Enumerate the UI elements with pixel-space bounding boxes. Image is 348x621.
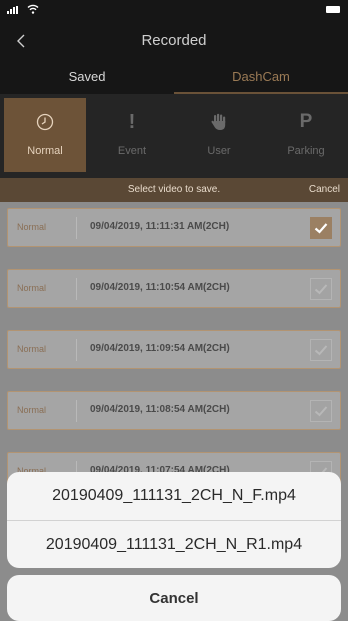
action-sheet-option[interactable]: 20190409_111131_2CH_N_R1.mp4 bbox=[7, 520, 341, 568]
video-datetime: 09/04/2019, 11:11:31 AM(2CH) bbox=[90, 221, 230, 232]
video-type: Normal bbox=[17, 222, 47, 232]
select-checkbox[interactable] bbox=[310, 339, 332, 361]
cellular-signal-icon bbox=[7, 6, 21, 14]
select-checkbox[interactable] bbox=[310, 278, 332, 300]
action-sheet-cancel-button[interactable]: Cancel bbox=[7, 575, 341, 621]
video-datetime: 09/04/2019, 11:08:54 AM(2CH) bbox=[90, 404, 230, 415]
category-normal[interactable]: Normal bbox=[4, 98, 86, 172]
tab-bar: Saved DashCam bbox=[0, 64, 348, 94]
category-label: User bbox=[207, 145, 231, 157]
checkmark-icon bbox=[314, 345, 328, 356]
hand-icon bbox=[211, 113, 226, 130]
parking-icon: P bbox=[299, 111, 313, 132]
row-divider bbox=[76, 339, 77, 361]
list-item[interactable]: Normal 09/04/2019, 11:10:54 AM(2CH) bbox=[7, 269, 341, 308]
video-type: Normal bbox=[17, 405, 47, 415]
select-checkbox[interactable] bbox=[310, 217, 332, 239]
navigation-bar: Recorded bbox=[0, 20, 348, 64]
selection-instruction-bar: Select video to save. Cancel bbox=[0, 178, 348, 202]
list-item[interactable]: Normal 09/04/2019, 11:09:54 AM(2CH) bbox=[7, 330, 341, 369]
list-item[interactable]: Normal 09/04/2019, 11:11:31 AM(2CH) bbox=[7, 208, 341, 247]
status-bar bbox=[0, 0, 348, 20]
category-label: Parking bbox=[287, 145, 325, 157]
row-divider bbox=[76, 400, 77, 422]
category-label: Event bbox=[117, 145, 147, 157]
video-datetime: 09/04/2019, 11:10:54 AM(2CH) bbox=[90, 282, 230, 293]
clock-icon bbox=[36, 113, 54, 131]
category-selector: Normal ! Event User P Parking bbox=[0, 94, 348, 178]
battery-icon bbox=[326, 6, 340, 13]
action-sheet-option[interactable]: 20190409_111131_2CH_N_F.mp4 bbox=[7, 472, 341, 520]
cancel-selection-button[interactable]: Cancel bbox=[309, 184, 340, 195]
video-type: Normal bbox=[17, 283, 47, 293]
category-label: Normal bbox=[27, 145, 63, 157]
category-user[interactable]: User bbox=[178, 98, 260, 172]
category-parking[interactable]: P Parking bbox=[265, 98, 347, 172]
row-divider bbox=[76, 278, 77, 300]
video-datetime: 09/04/2019, 11:09:54 AM(2CH) bbox=[90, 343, 230, 354]
exclamation-icon: ! bbox=[128, 111, 136, 133]
page-title: Recorded bbox=[141, 32, 207, 49]
video-type: Normal bbox=[17, 344, 47, 354]
checkmark-icon bbox=[314, 284, 328, 295]
row-divider bbox=[76, 217, 77, 239]
instruction-text: Select video to save. bbox=[127, 184, 221, 195]
action-sheet-options: 20190409_111131_2CH_N_F.mp4 20190409_111… bbox=[7, 472, 341, 568]
tab-dashcam[interactable]: DashCam bbox=[174, 64, 348, 94]
checkmark-icon bbox=[314, 406, 328, 417]
screen: Recorded Saved DashCam Normal ! Event Us… bbox=[0, 0, 348, 621]
wifi-icon bbox=[27, 4, 39, 14]
select-checkbox[interactable] bbox=[310, 400, 332, 422]
checkmark-icon bbox=[314, 223, 328, 234]
category-event[interactable]: ! Event bbox=[91, 98, 173, 172]
tab-saved[interactable]: Saved bbox=[0, 64, 174, 94]
list-item[interactable]: Normal 09/04/2019, 11:08:54 AM(2CH) bbox=[7, 391, 341, 430]
